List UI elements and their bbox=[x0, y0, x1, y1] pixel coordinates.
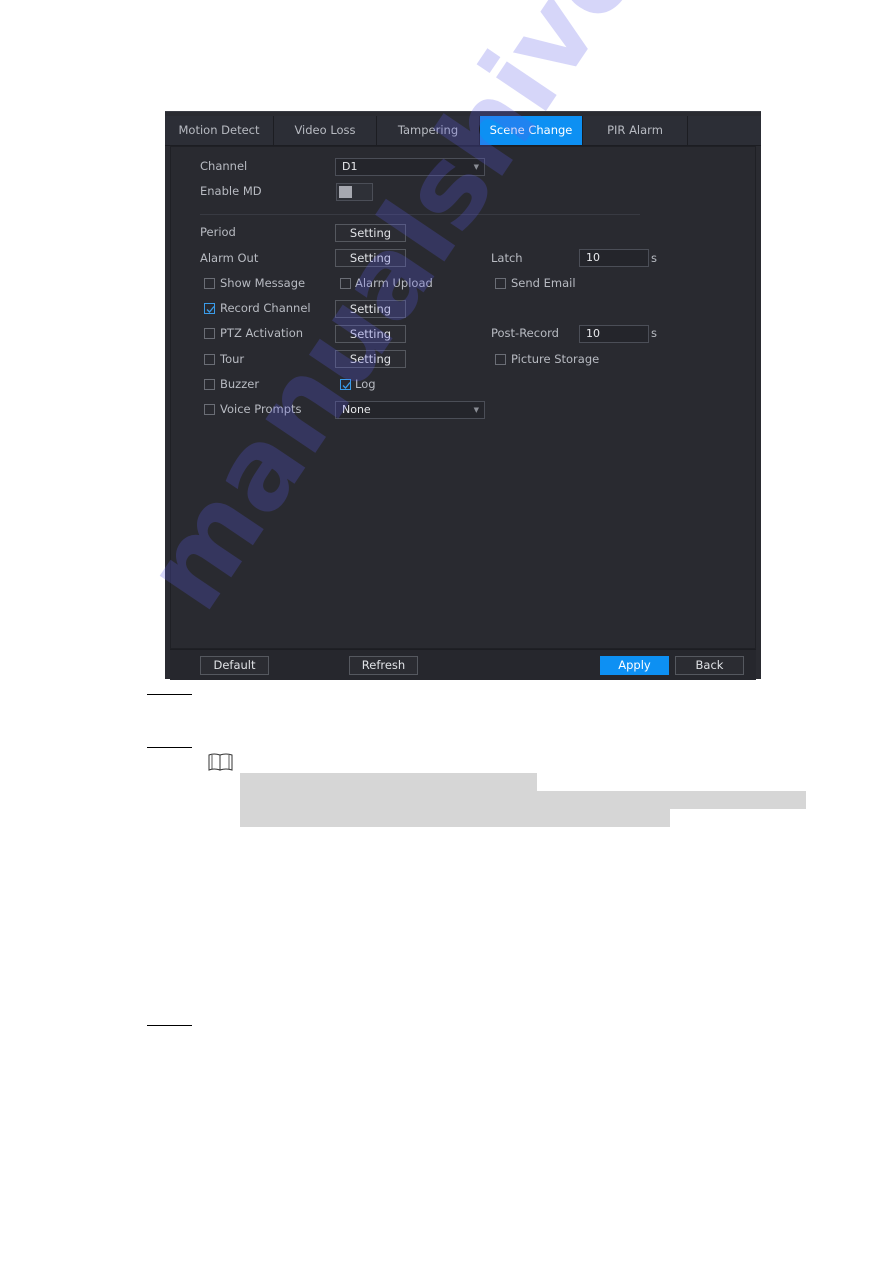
voice-prompts-value: None bbox=[342, 403, 371, 416]
tab-pir-alarm[interactable]: PIR Alarm bbox=[583, 116, 688, 145]
form-content: Channel D1 ▼ Enable MD Period Setting Al… bbox=[170, 146, 756, 649]
period-setting-button[interactable]: Setting bbox=[335, 224, 406, 242]
book-note-icon bbox=[208, 753, 233, 771]
picture-storage-checkbox[interactable] bbox=[495, 354, 506, 365]
chevron-down-icon: ▼ bbox=[473, 406, 479, 414]
record-channel-label: Record Channel bbox=[220, 301, 311, 315]
alarm-upload-label: Alarm Upload bbox=[355, 276, 433, 290]
chevron-down-icon: ▼ bbox=[473, 163, 479, 171]
show-message-checkbox[interactable] bbox=[204, 278, 215, 289]
refresh-button[interactable]: Refresh bbox=[349, 656, 418, 675]
alarm-upload-checkbox[interactable] bbox=[340, 278, 351, 289]
channel-dropdown[interactable]: D1 ▼ bbox=[335, 158, 485, 176]
enable-md-toggle[interactable] bbox=[336, 183, 373, 201]
send-email-checkbox[interactable] bbox=[495, 278, 506, 289]
checkmark-icon bbox=[342, 382, 351, 389]
enable-md-label: Enable MD bbox=[200, 184, 262, 198]
buzzer-label: Buzzer bbox=[220, 377, 260, 391]
log-label: Log bbox=[355, 377, 376, 391]
apply-button[interactable]: Apply bbox=[600, 656, 669, 675]
tab-video-loss[interactable]: Video Loss bbox=[274, 116, 377, 145]
alarm-out-label: Alarm Out bbox=[200, 251, 259, 265]
post-record-unit: s bbox=[651, 326, 657, 340]
tab-bar: Motion Detect Video Loss Tampering Scene… bbox=[165, 116, 761, 146]
record-channel-checkbox[interactable] bbox=[204, 303, 215, 314]
tour-label: Tour bbox=[220, 352, 245, 366]
note-line-highlight bbox=[240, 791, 806, 809]
ptz-activation-checkbox[interactable] bbox=[204, 328, 215, 339]
default-button[interactable]: Default bbox=[200, 656, 269, 675]
tab-empty bbox=[688, 116, 761, 145]
post-record-input[interactable]: 10 bbox=[579, 325, 649, 343]
footer-bar: Default Refresh Apply Back bbox=[170, 649, 756, 680]
record-channel-setting-button[interactable]: Setting bbox=[335, 300, 406, 318]
tab-scene-change[interactable]: Scene Change bbox=[480, 116, 583, 145]
show-message-label: Show Message bbox=[220, 276, 306, 290]
step-marker bbox=[147, 694, 192, 695]
tab-tampering[interactable]: Tampering bbox=[377, 116, 480, 145]
send-email-label: Send Email bbox=[511, 276, 576, 290]
latch-unit: s bbox=[651, 251, 657, 265]
back-button[interactable]: Back bbox=[675, 656, 744, 675]
step-marker bbox=[147, 747, 192, 748]
latch-input[interactable]: 10 bbox=[579, 249, 649, 267]
period-label: Period bbox=[200, 225, 236, 239]
checkmark-icon bbox=[206, 306, 215, 313]
latch-label: Latch bbox=[491, 251, 523, 265]
toggle-knob bbox=[339, 186, 352, 198]
note-line-highlight bbox=[240, 809, 670, 827]
voice-prompts-dropdown[interactable]: None ▼ bbox=[335, 401, 485, 419]
tab-motion-detect[interactable]: Motion Detect bbox=[165, 116, 274, 145]
buzzer-checkbox[interactable] bbox=[204, 379, 215, 390]
step-marker bbox=[147, 1025, 192, 1026]
tour-checkbox[interactable] bbox=[204, 354, 215, 365]
picture-storage-label: Picture Storage bbox=[511, 352, 600, 366]
alarm-out-setting-button[interactable]: Setting bbox=[335, 249, 406, 267]
log-checkbox[interactable] bbox=[340, 379, 351, 390]
scene-change-settings-panel: Motion Detect Video Loss Tampering Scene… bbox=[165, 111, 761, 680]
channel-value: D1 bbox=[342, 160, 358, 173]
section-divider bbox=[200, 214, 640, 215]
ptz-activation-setting-button[interactable]: Setting bbox=[335, 325, 406, 343]
channel-label: Channel bbox=[200, 159, 248, 173]
tour-setting-button[interactable]: Setting bbox=[335, 350, 406, 368]
note-line-highlight bbox=[240, 773, 537, 791]
voice-prompts-label: Voice Prompts bbox=[220, 402, 302, 416]
post-record-label: Post-Record bbox=[491, 326, 559, 340]
ptz-activation-label: PTZ Activation bbox=[220, 326, 304, 340]
voice-prompts-checkbox[interactable] bbox=[204, 404, 215, 415]
